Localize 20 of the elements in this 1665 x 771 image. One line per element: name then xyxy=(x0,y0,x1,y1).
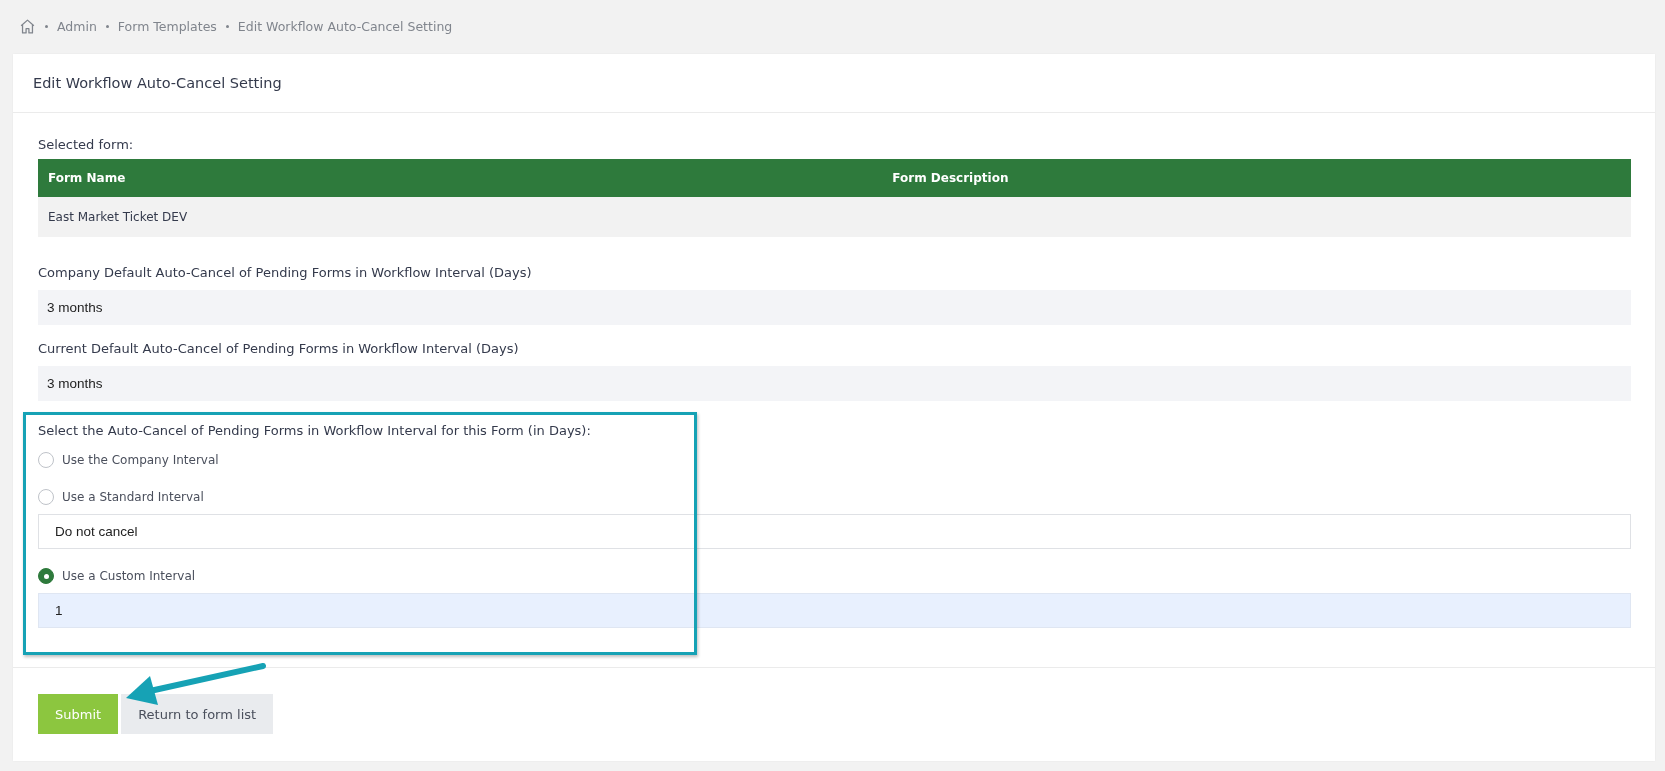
field-label: Company Default Auto-Cancel of Pending Forms in Workflow Interval (Days) xyxy=(38,264,533,282)
home-icon[interactable] xyxy=(19,17,36,35)
field-label: Select the Auto-Cancel of Pending Forms in Workflow Interval for this Form (in Days): xyxy=(38,422,592,440)
section-label: Selected form: xyxy=(38,136,135,154)
radio-label[interactable]: Use the Company Interval xyxy=(62,453,219,467)
interval-dropdown[interactable]: Do not cancel xyxy=(38,514,1631,549)
readonly-field: 3 months xyxy=(38,366,1631,401)
card-title: Edit Workflow Auto-Cancel Setting xyxy=(33,75,282,91)
radio-label[interactable]: Use a Custom Interval xyxy=(62,569,196,583)
return-button[interactable]: Return to form list xyxy=(121,694,274,734)
radio-label[interactable]: Use a Standard Interval xyxy=(62,490,204,504)
field-label: Current Default Auto-Cancel of Pending Forms in Workflow Interval (Days) xyxy=(38,340,520,358)
column-header: Form Name xyxy=(38,159,883,197)
table-cell: East Market Ticket DEV xyxy=(38,197,883,237)
radio-button[interactable] xyxy=(38,568,54,584)
column-header: Form Description xyxy=(882,159,1631,197)
radio-button[interactable] xyxy=(38,452,54,468)
readonly-field: 3 months xyxy=(38,290,1631,325)
interval-input[interactable]: 1 xyxy=(38,593,1631,628)
radio-button[interactable] xyxy=(38,489,54,505)
